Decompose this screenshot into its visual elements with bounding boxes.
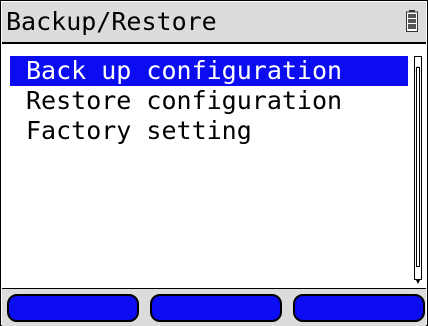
page-title: Backup/Restore — [6, 7, 217, 36]
scrollbar-thumb[interactable] — [416, 67, 420, 267]
menu-item-backup-configuration[interactable]: Back up configuration — [10, 56, 408, 86]
scroll-up-arrow-icon[interactable] — [415, 58, 421, 71]
scroll-down-arrow-icon[interactable] — [415, 270, 421, 284]
softkey-middle[interactable] — [150, 294, 282, 322]
battery-icon — [406, 10, 418, 32]
menu-list: Back up configuration Restore configurat… — [10, 56, 408, 146]
softkey-left[interactable] — [7, 294, 139, 322]
menu-item-restore-configuration[interactable]: Restore configuration — [10, 86, 408, 116]
device-screen: Backup/Restore Back up configuration Res… — [0, 0, 428, 326]
softkey-right[interactable] — [293, 294, 425, 322]
menu-item-factory-setting[interactable]: Factory setting — [10, 116, 408, 146]
scrollbar[interactable] — [414, 56, 422, 284]
title-bar: Backup/Restore — [2, 2, 426, 44]
softkey-bar — [2, 288, 426, 326]
menu-area: Back up configuration Restore configurat… — [2, 44, 426, 288]
